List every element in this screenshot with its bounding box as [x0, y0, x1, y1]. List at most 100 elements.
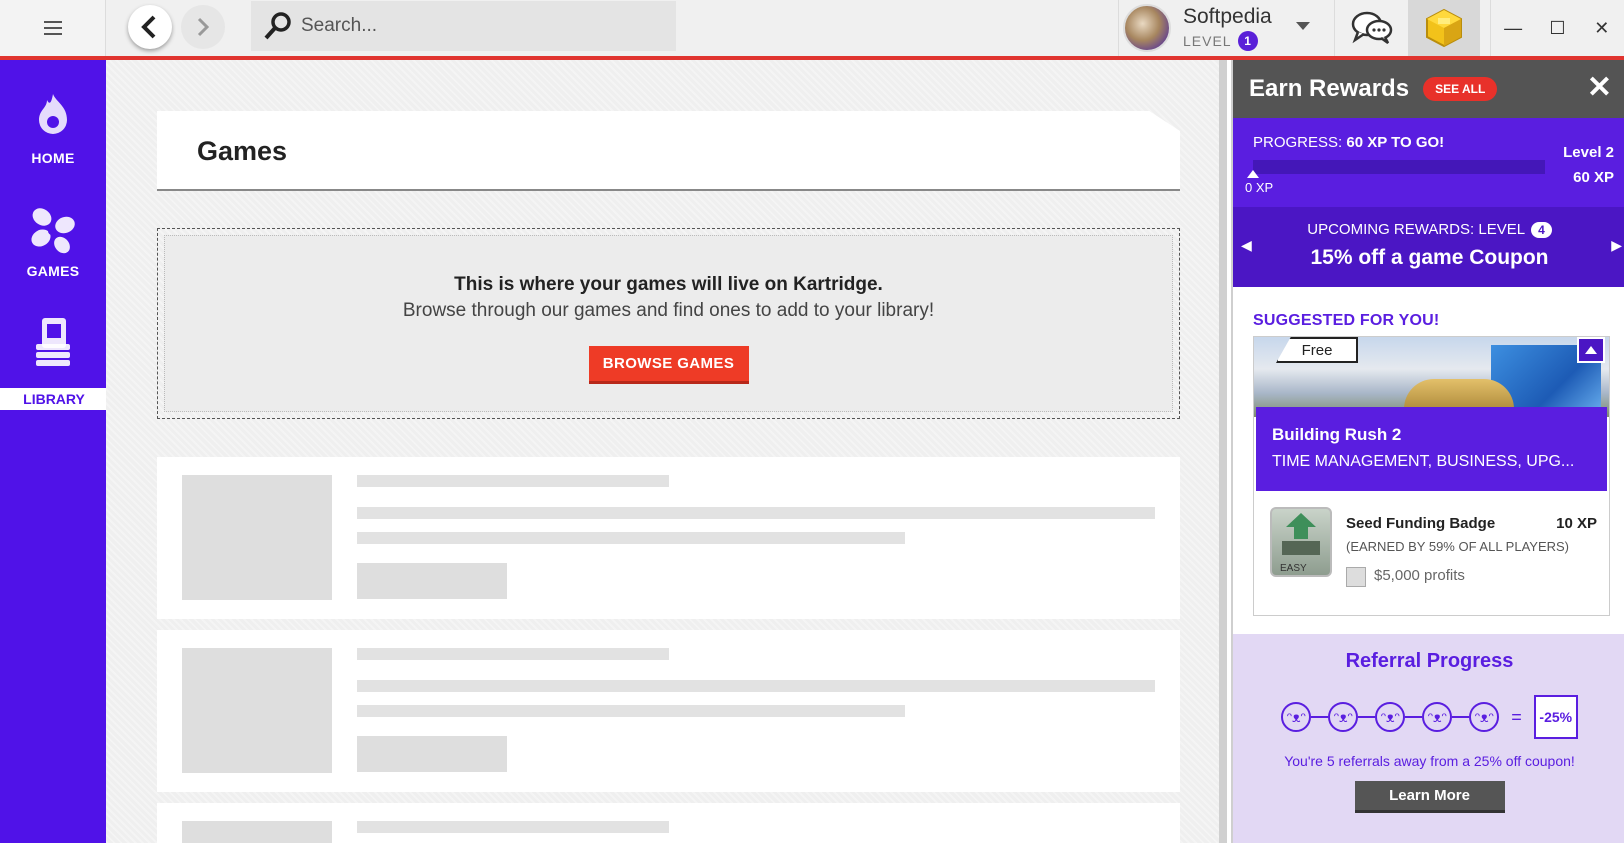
page-header: Games: [157, 111, 1180, 191]
caret-up-icon: [1585, 346, 1597, 354]
referral-progress: Referral Progress ᵔᴥᵔ ᵔᴥᵔ ᵔᴥᵔ ᵔᴥᵔ ᵔᴥᵔ = …: [1233, 634, 1624, 843]
sidebar-item-home[interactable]: HOME: [0, 92, 106, 166]
rewards-button[interactable]: [1408, 0, 1480, 56]
page-title: Games: [197, 136, 288, 166]
placeholder-line: [357, 475, 669, 487]
achievement-goal: $5,000 profits: [1374, 567, 1465, 584]
user-name: Softpedia: [1183, 5, 1272, 28]
hamburger-icon: [43, 21, 62, 35]
achievement-name: Seed Funding Badge: [1346, 515, 1496, 532]
achievement-earned: (EARNED BY 59% OF ALL PLAYERS): [1346, 539, 1570, 554]
search-box[interactable]: Search...: [251, 1, 676, 51]
achievement-xp: 10 XP: [1556, 515, 1597, 532]
upcoming-rewards: ◀ ▶ UPCOMING REWARDS: LEVEL 4 15% off a …: [1233, 207, 1624, 287]
sidebar-item-library-label[interactable]: LIBRARY: [0, 386, 120, 412]
rewards-header: Earn Rewards SEE ALL ✕: [1233, 60, 1624, 118]
placeholder-card: [157, 457, 1180, 619]
empty-title: This is where your games will live on Ka…: [454, 274, 883, 295]
games-icon: [31, 208, 75, 254]
referral-tracker: ᵔᴥᵔ ᵔᴥᵔ ᵔᴥᵔ ᵔᴥᵔ ᵔᴥᵔ = -25%: [1233, 695, 1624, 739]
chat-button[interactable]: [1334, 0, 1408, 56]
collapse-button[interactable]: [1577, 337, 1605, 363]
referral-message: You're 5 referrals away from a 25% off c…: [1284, 753, 1575, 769]
home-icon: [39, 94, 67, 134]
reward-cube-icon: [1426, 8, 1462, 48]
previous-reward-arrow-icon[interactable]: ◀: [1241, 237, 1252, 254]
search-icon: [264, 12, 291, 40]
empty-library-box: This is where your games will live on Ka…: [157, 228, 1180, 419]
next-level: Level 2 60 XP: [1563, 140, 1614, 190]
referral-coupon: -25%: [1533, 695, 1578, 739]
minimize-button[interactable]: —: [1491, 0, 1535, 56]
placeholder-thumbnail: [182, 475, 332, 600]
rewards-panel: Earn Rewards SEE ALL ✕ PROGRESS: 60 XP T…: [1231, 60, 1624, 843]
suggested-game-card[interactable]: Free Building Rush 2 TIME MANAGEMENT, BU…: [1253, 336, 1610, 616]
level-badge: 1: [1237, 31, 1258, 51]
upcoming-label: UPCOMING REWARDS: LEVEL 4: [1233, 221, 1624, 238]
hamburger-menu-button[interactable]: [0, 0, 106, 56]
library-icon: [36, 318, 70, 366]
next-level-label: Level 2: [1563, 144, 1614, 161]
referral-face-icon: ᵔᴥᵔ: [1328, 702, 1359, 732]
referral-equals: =: [1511, 706, 1522, 727]
placeholder-line: [357, 821, 669, 833]
placeholder-line: [357, 532, 905, 544]
placeholder-card: [157, 803, 1180, 843]
rewards-title: Earn Rewards: [1249, 75, 1410, 102]
suggested-title: SUGGESTED FOR YOU!: [1253, 312, 1440, 329]
progress-marker-icon: [1247, 170, 1259, 178]
sidebar-item-label: GAMES: [26, 263, 80, 279]
placeholder-thumbnail: [182, 648, 332, 773]
referral-face-icon: ᵔᴥᵔ: [1375, 702, 1406, 732]
placeholder-button: [357, 736, 507, 772]
referral-title: Referral Progress: [1345, 650, 1514, 672]
placeholder-line: [357, 680, 1155, 692]
upcoming-reward: 15% off a game Coupon: [1310, 246, 1549, 269]
chevron-right-icon: [197, 17, 210, 37]
see-all-button[interactable]: SEE ALL: [1423, 77, 1498, 101]
next-level-xp: 60 XP: [1573, 169, 1614, 186]
sidebar-item-label: HOME: [31, 150, 75, 166]
learn-more-button[interactable]: Learn More: [1354, 781, 1505, 813]
placeholder-line: [357, 648, 669, 660]
empty-subtitle: Browse through our games and find ones t…: [402, 300, 935, 321]
close-panel-button[interactable]: ✕: [1587, 73, 1612, 103]
placeholder-button: [357, 563, 507, 599]
level-label: LEVEL: [1183, 33, 1232, 49]
user-profile-button[interactable]: Softpedia LEVEL 1: [1118, 0, 1334, 56]
placeholder-card: [157, 630, 1180, 792]
game-info: Building Rush 2 TIME MANAGEMENT, BUSINES…: [1256, 407, 1607, 491]
referral-face-icon: ᵔᴥᵔ: [1469, 702, 1500, 732]
progress-bar: [1253, 160, 1545, 174]
search-input[interactable]: Search...: [301, 15, 377, 37]
forward-button[interactable]: [181, 5, 225, 49]
upcoming-level-badge: 4: [1531, 221, 1552, 238]
browse-games-button[interactable]: BROWSE GAMES: [588, 346, 749, 384]
main-scrollbar[interactable]: [1219, 60, 1227, 843]
window-controls: — ☐ ✕: [1490, 0, 1624, 56]
back-button[interactable]: [128, 5, 172, 49]
sidebar-item-games[interactable]: GAMES: [0, 205, 106, 279]
progress-label: PROGRESS: 60 XP TO GO!: [1253, 134, 1444, 151]
referral-face-icon: ᵔᴥᵔ: [1281, 702, 1312, 732]
chat-bubbles-icon: [1351, 11, 1392, 45]
sidebar: HOME GAMES LIBRARY: [0, 60, 120, 843]
placeholder-thumbnail: [182, 821, 332, 843]
achievement-difficulty: EASY: [1280, 563, 1307, 574]
close-window-button[interactable]: ✕: [1580, 0, 1624, 56]
xp-progress: PROGRESS: 60 XP TO GO! 0 XP Level 2 60 X…: [1233, 118, 1624, 207]
title-bar: Search... Softpedia LEVEL 1 — ☐ ✕: [0, 0, 1624, 57]
next-reward-arrow-icon[interactable]: ▶: [1611, 237, 1622, 254]
referral-face-icon: ᵔᴥᵔ: [1422, 702, 1453, 732]
sidebar-item-library[interactable]: [0, 316, 106, 376]
chevron-left-icon: [141, 15, 156, 39]
progress-prefix: PROGRESS:: [1253, 134, 1343, 151]
game-name: Building Rush 2: [1272, 425, 1402, 444]
caret-down-icon[interactable]: [1296, 22, 1310, 30]
avatar: [1123, 4, 1171, 52]
upcoming-label-text: UPCOMING REWARDS: LEVEL: [1307, 221, 1526, 238]
placeholder-line: [357, 507, 1155, 519]
progress-start: 0 XP: [1245, 180, 1274, 195]
maximize-button[interactable]: ☐: [1535, 0, 1579, 56]
placeholder-line: [357, 705, 905, 717]
